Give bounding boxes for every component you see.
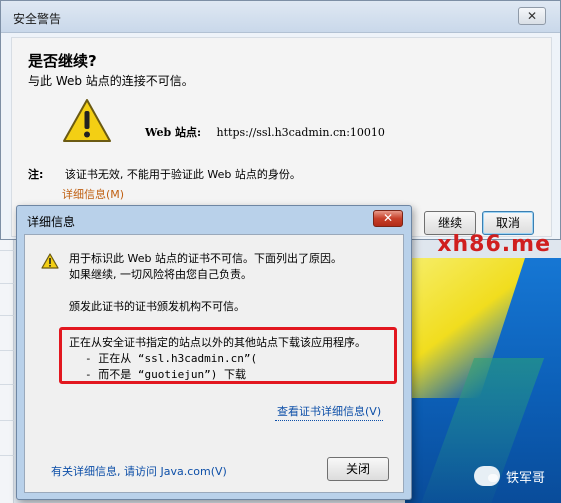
site-url: https://ssl.h3cadmin.cn:10010 — [216, 126, 385, 139]
download-source-reason: 正在从安全证书指定的站点以外的其他站点下载该应用程序。 — [69, 336, 366, 349]
subline: 与此 Web 站点的连接不可信。 — [28, 74, 194, 88]
reason-intro: 用于标识此 Web 站点的证书不可信。下面列出了原因。 — [69, 252, 342, 265]
close-details-button[interactable]: 关闭 — [327, 457, 389, 481]
details-body: 用于标识此 Web 站点的证书不可信。下面列出了原因。 如果继续, 一切风险将由… — [24, 234, 404, 493]
view-certificate-link[interactable]: 查看证书详细信息(V) — [275, 402, 384, 421]
details-dialog: 详细信息 ✕ 用于标识此 Web 站点的证书不可信。下面列出了原因。 如果继续,… — [16, 205, 412, 500]
details-close-button[interactable]: ✕ — [373, 210, 403, 227]
site-label: Web 站点: — [145, 126, 202, 139]
watermark-site: xh86.me — [437, 232, 551, 257]
details-title: 详细信息 — [27, 215, 76, 229]
security-warning-titlebar[interactable]: 安全警告 ✕ — [1, 1, 560, 33]
security-warning-dialog: 安全警告 ✕ 是否继续? 与此 Web 站点的连接不可信。 Web 站点: ht… — [0, 0, 561, 240]
details-titlebar[interactable]: 详细信息 ✕ — [17, 206, 411, 234]
risk-notice: 如果继续, 一切风险将由您自己负责。 — [69, 268, 252, 281]
untrusted-ca-reason: 颁发此证书的证书颁发机构不可信。 — [69, 300, 245, 313]
more-info-link[interactable]: 详细信息(M) — [62, 186, 124, 202]
download-from-line: - 正在从 “ssl.h3cadmin.cn”( — [85, 352, 258, 365]
warning-triangle-icon — [63, 99, 111, 142]
site-info: Web 站点: https://ssl.h3cadmin.cn:10010 — [145, 124, 385, 140]
dialog-title: 安全警告 — [13, 12, 62, 26]
close-button[interactable]: ✕ — [518, 7, 546, 25]
watermark-author: 铁军哥 — [473, 466, 545, 486]
note-label: 注: — [28, 168, 44, 181]
warning-triangle-icon — [41, 253, 59, 269]
note-text: 该证书无效, 不能用于验证此 Web 站点的身份。 — [64, 168, 301, 181]
author-name: 铁军哥 — [505, 470, 545, 486]
java-more-info-link[interactable]: 有关详细信息, 请访问 Java.com(V) — [51, 463, 227, 479]
instead-of-line: - 而不是 “guotiejun”) 下载 — [85, 368, 246, 381]
headline: 是否继续? — [28, 52, 97, 70]
wechat-icon — [473, 466, 500, 486]
note: 注: 该证书无效, 不能用于验证此 Web 站点的身份。 — [28, 166, 301, 182]
